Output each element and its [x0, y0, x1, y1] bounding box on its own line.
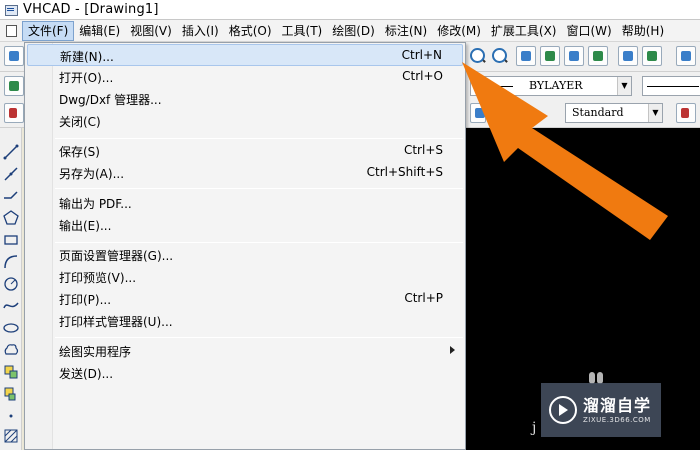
file-menu-dropdown: 新建(N)... Ctrl+N 打开(O)... Ctrl+O Dwg/Dxf … [24, 42, 466, 450]
document-icon[interactable] [0, 20, 22, 42]
menu-view[interactable]: 视图(V) [125, 21, 177, 41]
menu-separator [55, 242, 463, 243]
properties-icon[interactable] [516, 46, 536, 66]
menu-item-shortcut: Ctrl+S [403, 143, 443, 157]
menu-item-drawing-utilities[interactable]: 绘图实用程序 [27, 340, 463, 362]
menu-item-label: 打印(P)... [59, 293, 112, 307]
menu-item-shortcut: Ctrl+O [402, 69, 443, 83]
insert-block-icon[interactable] [3, 364, 19, 380]
menu-item-save[interactable]: 保存(S) Ctrl+S [27, 140, 463, 162]
tool-palette-icon[interactable] [642, 46, 662, 66]
watermark-name: 溜溜自学 [583, 396, 652, 415]
menu-window[interactable]: 窗口(W) [562, 21, 617, 41]
linetype-swatch [489, 86, 513, 87]
menu-item-label: 打开(O)... [59, 71, 114, 85]
menu-item-save-as[interactable]: 另存为(A)... Ctrl+Shift+S [27, 162, 463, 184]
layer-icon[interactable] [4, 76, 24, 96]
text-style-combo-value: Standard [572, 106, 624, 119]
design-center-icon[interactable] [618, 46, 638, 66]
menu-help[interactable]: 帮助(H) [617, 21, 669, 41]
menu-item-label: 输出为 PDF... [59, 197, 132, 211]
dim-style-icon[interactable] [676, 103, 696, 123]
menu-item-dwg-dxf-manager[interactable]: Dwg/Dxf 管理器... [27, 88, 463, 110]
point-tool-icon[interactable] [3, 408, 19, 424]
text-style-icon[interactable] [470, 103, 486, 123]
arc-tool-icon[interactable] [3, 254, 19, 270]
menu-item-close[interactable]: 关闭(C) [27, 110, 463, 132]
new-file-icon[interactable] [4, 46, 24, 66]
menu-modify[interactable]: 修改(M) [432, 21, 486, 41]
menu-item-export-pdf[interactable]: 输出为 PDF... [27, 192, 463, 214]
menu-draw[interactable]: 绘图(D) [327, 21, 380, 41]
menu-file[interactable]: 文件(F) [22, 20, 75, 41]
menu-item-label: 发送(D)... [59, 367, 114, 381]
menu-item-label: 输出(E)... [59, 219, 112, 233]
menu-edit[interactable]: 编辑(E) [74, 21, 125, 41]
chevron-down-icon[interactable]: ▼ [617, 77, 631, 95]
menu-item-shortcut: Ctrl+Shift+S [366, 165, 443, 179]
layer-manager-icon[interactable] [540, 46, 560, 66]
app-icon [4, 3, 18, 17]
play-logo-icon [549, 396, 577, 424]
menu-item-plot-style-manager[interactable]: 打印样式管理器(U)... [27, 310, 463, 332]
menu-separator [55, 188, 463, 189]
menu-item-label: Dwg/Dxf 管理器... [59, 93, 162, 107]
menu-item-label: 打印预览(V)... [59, 271, 137, 285]
block-icon[interactable] [564, 46, 584, 66]
window-title: VHCAD - [Drawing1] [23, 2, 159, 17]
make-block-icon[interactable] [3, 386, 19, 402]
menu-item-new[interactable]: 新建(N)... Ctrl+N [27, 44, 463, 66]
menu-item-print-preview[interactable]: 打印预览(V)... [27, 266, 463, 288]
line-tool-icon[interactable] [3, 144, 19, 160]
watermark-url: ZIXUE.3D66.COM [583, 416, 651, 424]
menu-item-print[interactable]: 打印(P)... Ctrl+P [27, 288, 463, 310]
linetype-combo-value: BYLAYER [529, 79, 583, 92]
zoom-icon[interactable] [468, 46, 488, 66]
grid-icon[interactable] [676, 46, 696, 66]
menu-item-shortcut: Ctrl+N [401, 48, 442, 62]
polygon-tool-icon[interactable] [3, 210, 19, 226]
menu-item-label: 新建(N)... [60, 50, 114, 64]
construction-line-icon[interactable] [3, 166, 19, 182]
dimension-icon[interactable] [4, 103, 24, 123]
watermark: 溜溜自学 ZIXUE.3D66.COM [541, 383, 661, 437]
hatch-tool-icon[interactable] [3, 428, 19, 444]
menu-item-label: 另存为(A)... [59, 167, 125, 181]
lineweight-swatch [647, 86, 699, 87]
ellipse-tool-icon[interactable] [3, 320, 19, 336]
menu-item-export[interactable]: 输出(E)... [27, 214, 463, 236]
menu-item-open[interactable]: 打开(O)... Ctrl+O [27, 66, 463, 88]
menu-item-label: 保存(S) [59, 145, 100, 159]
menu-separator [55, 138, 463, 139]
match-properties-icon[interactable] [588, 46, 608, 66]
linetype-combo[interactable]: BYLAYER ▼ [470, 76, 632, 96]
menu-item-label: 打印样式管理器(U)... [59, 315, 173, 329]
menu-item-page-setup-manager[interactable]: 页面设置管理器(G)... [27, 244, 463, 266]
draw-toolbar [0, 128, 22, 450]
menu-extension-tools[interactable]: 扩展工具(X) [486, 21, 562, 41]
menu-separator [55, 337, 463, 338]
menu-dimension[interactable]: 标注(N) [380, 21, 432, 41]
revcloud-tool-icon[interactable] [3, 342, 19, 358]
menu-item-label: 页面设置管理器(G)... [59, 249, 174, 263]
text-style-combo[interactable]: Standard ▼ [565, 103, 663, 123]
polyline-tool-icon[interactable] [3, 188, 19, 204]
rectangle-tool-icon[interactable] [3, 232, 19, 248]
menu-item-send[interactable]: 发送(D)... [27, 362, 463, 384]
spline-tool-icon[interactable] [3, 298, 19, 314]
submenu-arrow-icon [450, 346, 455, 354]
zoom-window-icon[interactable] [490, 46, 510, 66]
menu-insert[interactable]: 插入(I) [177, 21, 224, 41]
chevron-down-icon[interactable]: ▼ [648, 104, 662, 122]
lineweight-combo[interactable] [642, 76, 700, 96]
watermark-glyph: j [532, 420, 537, 436]
menu-item-shortcut: Ctrl+P [404, 291, 443, 305]
title-bar: VHCAD - [Drawing1] [0, 0, 700, 20]
menu-format[interactable]: 格式(O) [224, 21, 277, 41]
circle-tool-icon[interactable] [3, 276, 19, 292]
menu-item-label: 绘图实用程序 [59, 345, 132, 359]
menu-item-label: 关闭(C) [59, 115, 101, 129]
menu-tools[interactable]: 工具(T) [277, 21, 328, 41]
menu-bar: 文件(F) 编辑(E) 视图(V) 插入(I) 格式(O) 工具(T) 绘图(D… [0, 20, 700, 42]
